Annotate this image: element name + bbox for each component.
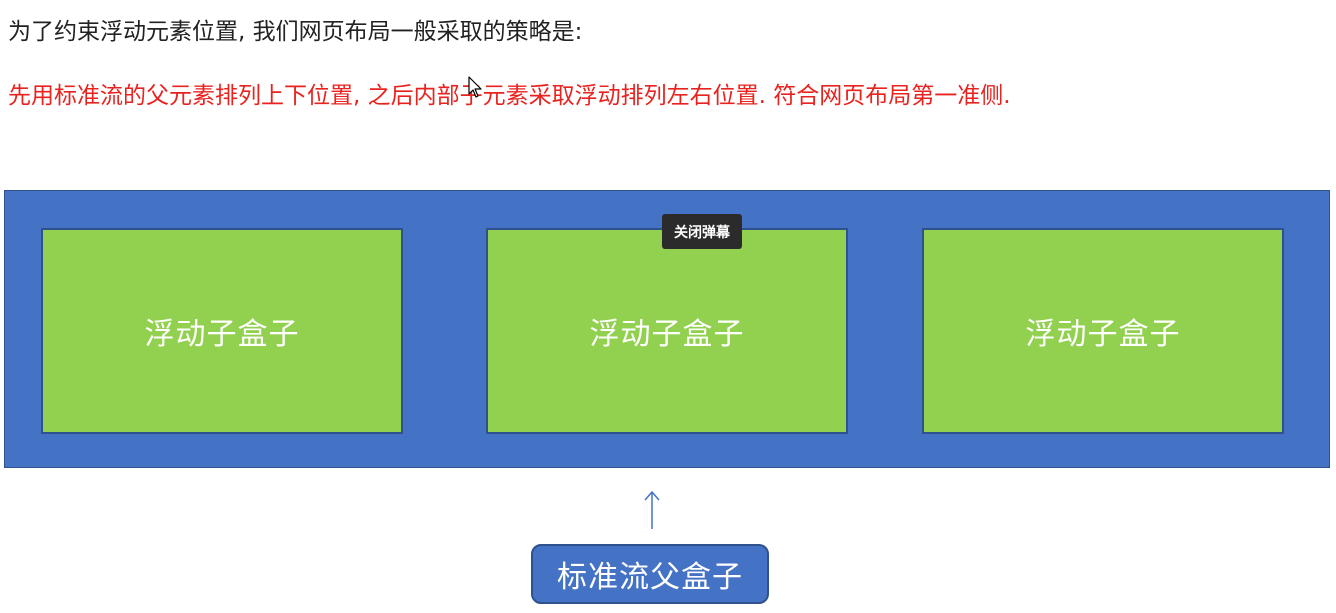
float-child-box: 浮动子盒子 <box>41 228 403 434</box>
float-child-box: 浮动子盒子 <box>486 228 848 434</box>
arrow-up-icon <box>644 490 660 529</box>
intro-text: 为了约束浮动元素位置, 我们网页布局一般采取的策略是: <box>8 19 583 45</box>
float-child-label: 浮动子盒子 <box>589 317 745 352</box>
standard-flow-parent-label: 标准流父盒子 <box>531 544 769 604</box>
mouse-pointer-icon <box>468 76 482 98</box>
close-danmaku-button[interactable]: 关闭弹幕 <box>662 214 742 249</box>
parent-label-text: 标准流父盒子 <box>557 560 743 595</box>
float-child-label: 浮动子盒子 <box>1025 317 1181 352</box>
strategy-text: 先用标准流的父元素排列上下位置, 之后内部子元素采取浮动排列左右位置. 符合网页… <box>8 83 1011 109</box>
float-child-label: 浮动子盒子 <box>144 317 300 352</box>
float-child-box: 浮动子盒子 <box>922 228 1284 434</box>
